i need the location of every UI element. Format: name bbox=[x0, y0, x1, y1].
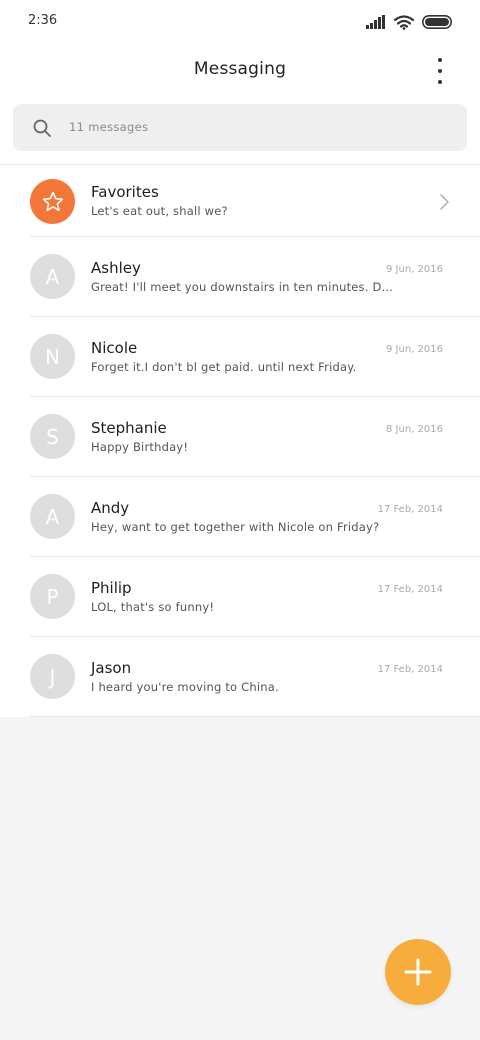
message-preview: Great! I'll meet you downstairs in ten m… bbox=[91, 280, 397, 294]
signal-icon bbox=[366, 15, 385, 29]
chevron-right-icon bbox=[440, 194, 449, 210]
star-icon bbox=[42, 191, 63, 211]
contact-name: Ashley bbox=[91, 259, 141, 277]
battery-icon bbox=[422, 15, 452, 29]
message-date: 8 Jun, 2016 bbox=[386, 424, 443, 435]
favorites-avatar bbox=[30, 179, 75, 224]
avatar: J bbox=[30, 654, 75, 699]
contact-name: Jason bbox=[91, 659, 132, 677]
message-date: 9 Jun, 2016 bbox=[386, 344, 443, 355]
avatar: A bbox=[30, 254, 75, 299]
messaging-screen: 2:36 Messaging 11 messages Favorites Let… bbox=[0, 0, 480, 1040]
conversation-item-philip[interactable]: P Philip LOL, that's so funny! 17 Feb, 2… bbox=[0, 557, 480, 637]
new-message-button[interactable] bbox=[385, 939, 451, 1005]
search-bar[interactable] bbox=[13, 104, 467, 151]
message-preview: Forget it.I don't bl get paid. until nex… bbox=[91, 360, 357, 374]
wifi-icon bbox=[394, 14, 414, 30]
avatar: P bbox=[30, 574, 75, 619]
plus-icon bbox=[404, 958, 432, 986]
message-preview: Hey, want to get together with Nicole on… bbox=[91, 520, 380, 534]
message-date: 9 Jun, 2016 bbox=[386, 264, 443, 275]
conversation-item-andy[interactable]: A Andy Hey, want to get together with Ni… bbox=[0, 477, 480, 557]
search-input[interactable] bbox=[69, 112, 449, 142]
contact-name: Nicole bbox=[91, 339, 138, 357]
status-time: 2:36 bbox=[28, 13, 58, 28]
conversation-item-ashley[interactable]: A Ashley Great! I'll meet you downstairs… bbox=[0, 237, 480, 317]
search-area bbox=[0, 98, 480, 164]
conversation-item-stephanie[interactable]: S Stephanie Happy Birthday! 8 Jun, 2016 bbox=[0, 397, 480, 477]
avatar: A bbox=[30, 494, 75, 539]
contact-name: Stephanie bbox=[91, 419, 167, 437]
status-icons bbox=[366, 13, 452, 31]
avatar: S bbox=[30, 414, 75, 459]
more-vertical-icon bbox=[438, 58, 442, 62]
message-preview: Happy Birthday! bbox=[91, 440, 189, 454]
message-date: 17 Feb, 2014 bbox=[377, 664, 443, 675]
conversation-item-nicole[interactable]: N Nicole Forget it.I don't bl get paid. … bbox=[0, 317, 480, 397]
favorites-preview: Let's eat out, shall we? bbox=[91, 204, 228, 218]
message-preview: I heard you're moving to China. bbox=[91, 680, 279, 694]
message-date: 17 Feb, 2014 bbox=[377, 504, 443, 515]
conversation-list: Favorites Let's eat out, shall we? A Ash… bbox=[0, 164, 480, 717]
search-icon bbox=[33, 119, 51, 137]
message-preview: LOL, that's so funny! bbox=[91, 600, 215, 614]
page-title: Messaging bbox=[193, 59, 287, 79]
app-header: Messaging bbox=[0, 44, 480, 98]
contact-name: Andy bbox=[91, 499, 130, 517]
more-options-button[interactable] bbox=[428, 58, 452, 84]
favorites-name: Favorites bbox=[91, 183, 159, 201]
conversation-item-jason[interactable]: J Jason I heard you're moving to China. … bbox=[0, 637, 480, 717]
favorites-item[interactable]: Favorites Let's eat out, shall we? bbox=[0, 165, 480, 237]
avatar: N bbox=[30, 334, 75, 379]
status-bar: 2:36 bbox=[0, 0, 480, 44]
contact-name: Philip bbox=[91, 579, 132, 597]
message-date: 17 Feb, 2014 bbox=[377, 584, 443, 595]
